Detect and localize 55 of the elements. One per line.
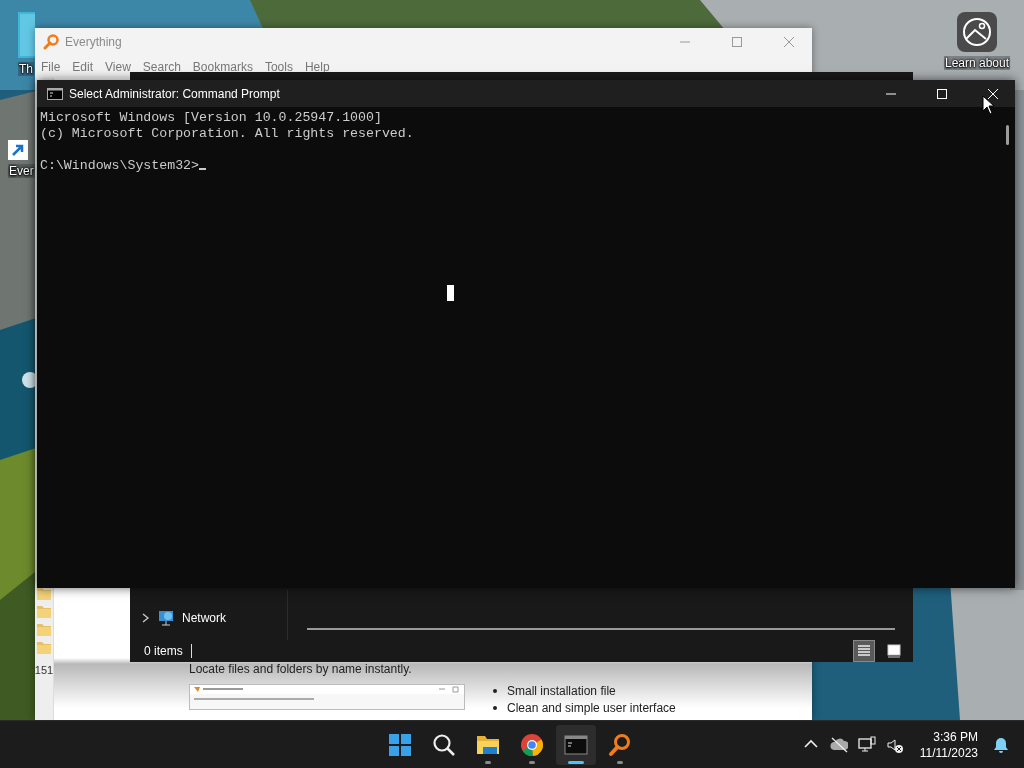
- network-icon: [158, 610, 174, 626]
- magnifier-icon: [608, 733, 632, 757]
- desktop-icon-label[interactable]: Th: [18, 62, 34, 76]
- menu-item[interactable]: Tools: [258, 59, 299, 74]
- folder-icon: [37, 640, 51, 654]
- terminal-icon: [47, 87, 63, 100]
- window-title: Everything: [65, 34, 123, 49]
- clock-time[interactable]: 3:36 PM: [933, 728, 978, 745]
- spotlight-icon-tile[interactable]: [957, 12, 998, 52]
- running-indicator: [485, 761, 491, 764]
- scrollbar-thumb[interactable]: [1006, 125, 1009, 145]
- bullet-item: Clean and simple user interface: [507, 701, 676, 715]
- clock-date[interactable]: 11/11/2023: [919, 744, 978, 761]
- terminal-icon: [564, 733, 588, 757]
- menu-item[interactable]: Bookmarks: [186, 59, 259, 74]
- mouse-pointer-icon: [982, 95, 996, 115]
- bullet-dot: [493, 689, 497, 693]
- console-line: Microsoft Windows [Version 10.0.25947.1000]: [40, 110, 382, 125]
- item-count: 151: [34, 664, 54, 676]
- browser-icon: [520, 733, 544, 757]
- bullet-item: Small installation file: [507, 684, 616, 698]
- folder-icon: [37, 622, 51, 636]
- running-indicator: [617, 761, 623, 764]
- text-cursor: [199, 168, 207, 170]
- nav-item[interactable]: Network: [182, 611, 226, 625]
- landscape-icon: [962, 17, 993, 47]
- magnifier-icon: [43, 33, 59, 50]
- folder-icon: [37, 604, 51, 618]
- running-indicator: [568, 761, 584, 764]
- menu-item[interactable]: Edit: [66, 59, 100, 74]
- menu-item[interactable]: View: [99, 59, 137, 74]
- bell-icon[interactable]: [992, 735, 1010, 754]
- monitor-icon[interactable]: [857, 735, 876, 754]
- scrollbar[interactable]: [307, 628, 895, 630]
- bullet-dot: [493, 706, 497, 710]
- menu-item[interactable]: Search: [136, 59, 187, 74]
- taskbar-button[interactable]: [556, 725, 596, 765]
- folder-icon: [476, 733, 500, 757]
- chevron-icon[interactable]: [142, 613, 150, 623]
- folder-icon: [37, 586, 51, 600]
- cloud-off-icon[interactable]: [829, 735, 848, 754]
- window-title: Select Administrator: Command Prompt: [69, 86, 281, 101]
- preview-icon: [887, 644, 901, 658]
- tagline: Locate files and folders by name instantly.: [189, 662, 413, 676]
- status-text: 0 items: [144, 644, 183, 658]
- windows-logo-icon: [388, 733, 412, 757]
- search-icon: [432, 733, 456, 757]
- menu-item[interactable]: Help: [298, 59, 336, 74]
- command-prompt-path: C:\Windows\System32>: [40, 158, 200, 173]
- console-line: (c) Microsoft Corporation. All rights reserved.: [40, 126, 414, 141]
- list-icon: [857, 644, 871, 658]
- running-indicator: [529, 761, 535, 764]
- text-cursor: [447, 285, 454, 301]
- details-view-button[interactable]: [853, 640, 875, 662]
- menu-item[interactable]: File: [35, 59, 67, 74]
